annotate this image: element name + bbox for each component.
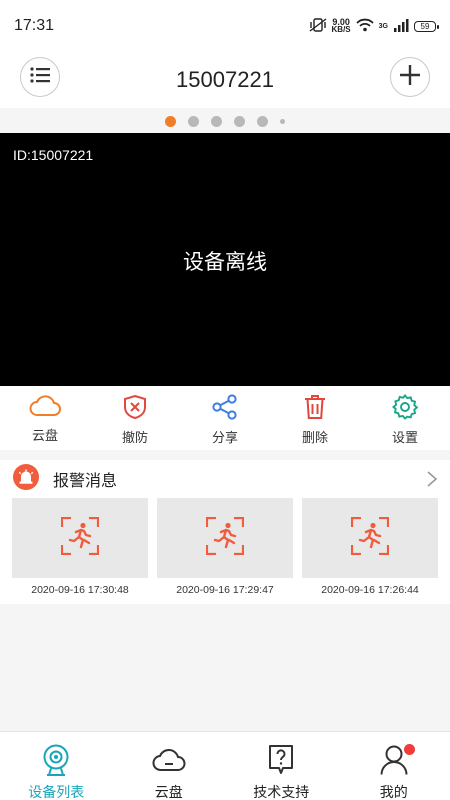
notification-badge: [403, 744, 415, 755]
shield-x-icon: [122, 394, 148, 424]
page-dot[interactable]: [165, 115, 176, 127]
bottom-navigation: 设备列表 云盘 技术支持 我的: [0, 731, 450, 800]
motion-detect-icon: [205, 516, 245, 559]
add-device-button[interactable]: [390, 57, 430, 97]
alarm-item[interactable]: 2020-09-16 17:26:44: [302, 498, 438, 596]
device-id-label: ID:15007221: [13, 147, 94, 163]
alarm-timestamp: 2020-09-16 17:30:48: [31, 584, 129, 596]
alarm-thumbnail[interactable]: [12, 498, 148, 578]
alarm-messages-section: 报警消息 2020-09-16 17:30:48 2020-09-16 17:2…: [0, 460, 450, 604]
nav-label: 技术支持: [253, 785, 310, 800]
alarm-item[interactable]: 2020-09-16 17:30:48: [12, 498, 148, 596]
net-speed-unit: KB/S: [331, 25, 351, 34]
delete-button[interactable]: 删除: [270, 386, 360, 450]
page-dot[interactable]: [257, 115, 268, 127]
share-button[interactable]: 分享: [180, 386, 270, 450]
signal-icon: [393, 17, 409, 36]
battery-indicator: 59: [414, 20, 439, 32]
alarm-thumbnail[interactable]: [157, 498, 293, 578]
alarm-timestamp: 2020-09-16 17:26:44: [321, 584, 419, 596]
alarm-siren-icon: [13, 464, 39, 494]
plus-icon: [399, 64, 421, 90]
help-icon: [267, 744, 295, 780]
action-label: 设置: [391, 431, 418, 446]
net-speed: 9.00 KB/S: [332, 18, 351, 34]
trash-icon: [303, 394, 327, 424]
action-label: 云盘: [31, 429, 58, 444]
gear-icon: [392, 394, 419, 424]
device-status: 设备离线: [183, 250, 267, 274]
page-dot[interactable]: [234, 115, 245, 127]
alarm-thumbnail-list: 2020-09-16 17:30:48 2020-09-16 17:29:47 …: [0, 498, 450, 596]
nav-cloud[interactable]: 云盘: [113, 732, 226, 800]
cloud-storage-button[interactable]: 云盘: [0, 386, 90, 450]
action-label: 分享: [211, 431, 238, 446]
device-title: 15007221: [176, 67, 274, 92]
alarm-header[interactable]: 报警消息: [0, 460, 450, 498]
app-header: 15007221: [0, 52, 450, 108]
vibrate-icon: [309, 17, 327, 36]
cloud-icon: [152, 744, 186, 780]
video-player[interactable]: ID:15007221 设备离线: [0, 133, 450, 386]
status-bar: 17:31 9.00 KB/S 3G 59: [0, 0, 450, 52]
nav-me[interactable]: 我的: [338, 732, 450, 800]
alarm-title: 报警消息: [53, 471, 118, 490]
nav-label: 云盘: [154, 785, 183, 800]
chevron-right-icon[interactable]: [426, 470, 438, 492]
cloud-icon: [28, 394, 62, 422]
alarm-item[interactable]: 2020-09-16 17:29:47: [157, 498, 293, 596]
nav-tech-support[interactable]: 技术支持: [225, 732, 338, 800]
page-dot[interactable]: [280, 118, 285, 124]
status-icons: 9.00 KB/S 3G 59: [309, 17, 439, 36]
page-indicator: [0, 110, 450, 132]
menu-button[interactable]: [20, 57, 60, 97]
list-icon: [30, 67, 50, 87]
motion-detect-icon: [60, 516, 100, 559]
camera-icon: [41, 744, 71, 780]
page-dot[interactable]: [211, 115, 222, 127]
wifi-icon: [356, 17, 374, 36]
settings-button[interactable]: 设置: [360, 386, 450, 450]
device-action-bar: 云盘 撤防 分享 删除 设置: [0, 386, 450, 450]
alarm-thumbnail[interactable]: [302, 498, 438, 578]
status-time: 17:31: [14, 17, 55, 34]
network-type: 3G: [378, 22, 388, 30]
disarm-button[interactable]: 撤防: [90, 386, 180, 450]
action-label: 撤防: [121, 431, 148, 446]
nav-device-list[interactable]: 设备列表: [0, 732, 113, 800]
page-dot[interactable]: [188, 115, 199, 127]
nav-label: 我的: [379, 785, 408, 800]
motion-detect-icon: [350, 516, 390, 559]
alarm-timestamp: 2020-09-16 17:29:47: [176, 584, 274, 596]
action-label: 删除: [301, 431, 328, 446]
nav-label: 设备列表: [28, 785, 85, 800]
share-icon: [211, 394, 239, 424]
